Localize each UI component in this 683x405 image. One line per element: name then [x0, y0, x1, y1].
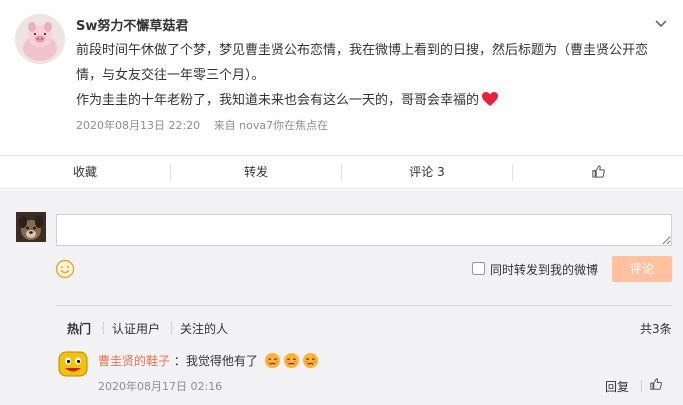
comment-body: 曹圭贤的鞋子 ：我觉得他有了: [98, 352, 319, 369]
forward-label: 转发: [243, 165, 268, 179]
comment-label: 评论 3: [409, 165, 445, 179]
heart-icon: [482, 92, 499, 106]
thumbs-up-icon: [591, 165, 605, 178]
collect-label: 收藏: [72, 165, 97, 179]
sad-face-icon: [283, 352, 299, 369]
post-meta: 2020年08月13日 22:20 来自 nova7你在焦点在: [76, 117, 338, 133]
sad-face-icon: [302, 352, 318, 369]
tab-verified[interactable]: 认证用户: [112, 320, 160, 337]
submit-comment-button[interactable]: 评论: [612, 256, 672, 282]
pig-avatar-image: [15, 14, 65, 64]
commenter-avatar[interactable]: [58, 348, 88, 378]
smiley-icon[interactable]: [55, 259, 75, 279]
comment-text: ：我觉得他有了: [173, 354, 258, 368]
commenter-avatar-image: [58, 351, 88, 377]
thumbs-up-icon[interactable]: [649, 377, 663, 391]
comment-action-divider: [641, 380, 642, 392]
section-divider: [56, 305, 672, 306]
forward-checkbox-label[interactable]: 同时转发到我的微博: [490, 261, 598, 278]
post-content: 前段时间午休做了个梦，梦见曹圭贤公布恋情，我在微博上看到的日搜，然后标题为（曹圭…: [76, 38, 666, 113]
tab-divider: [103, 322, 104, 334]
comment-input[interactable]: [56, 214, 672, 246]
comment-time: 2020年08月17日 02:16: [98, 380, 223, 393]
post-source: 来自 nova7你在焦点在: [213, 119, 329, 132]
weibo-post-card: Sw努力不懈草菇君 前段时间午休做了个梦，梦见曹圭贤公布恋情，我在微博上看到的日…: [0, 0, 683, 405]
post-paragraph-2-text: 作为圭圭的十年老粉了，我知道未来也会有这么一天的，哥哥会幸福的: [76, 93, 480, 108]
dog-avatar-image: [16, 212, 46, 242]
forward-checkbox[interactable]: [472, 262, 485, 275]
tab-divider: [171, 322, 172, 334]
tab-following[interactable]: 关注的人: [180, 320, 228, 337]
author-name[interactable]: Sw努力不懈草菇君: [76, 15, 188, 34]
post-date[interactable]: 2020年08月13日 22:20: [76, 119, 200, 132]
comment-section: 同时转发到我的微博 评论 热门 认证用户 关注的人 共3条 曹圭贤的鞋子 ：我觉…: [0, 190, 683, 405]
forward-button[interactable]: 转发: [171, 156, 341, 189]
collect-button[interactable]: 收藏: [0, 156, 170, 189]
comment-count: 共3条: [640, 322, 672, 336]
sad-face-icon: [264, 352, 280, 369]
post-paragraph-1: 前段时间午休做了个梦，梦见曹圭贤公布恋情，我在微博上看到的日搜，然后标题为（曹圭…: [76, 43, 649, 83]
reply-button[interactable]: 回复: [605, 378, 629, 395]
chevron-down-icon[interactable]: [652, 15, 670, 33]
tab-hot[interactable]: 热门: [67, 320, 91, 337]
comment-button[interactable]: 评论 3: [342, 156, 512, 189]
commenter-name[interactable]: 曹圭贤的鞋子: [98, 354, 170, 368]
author-avatar[interactable]: [15, 14, 65, 64]
post-paragraph-2: 作为圭圭的十年老粉了，我知道未来也会有这么一天的，哥哥会幸福的: [76, 88, 666, 113]
my-avatar: [16, 212, 46, 242]
action-bar: 收藏 转发 评论 3: [0, 155, 683, 189]
like-button[interactable]: [513, 156, 683, 189]
